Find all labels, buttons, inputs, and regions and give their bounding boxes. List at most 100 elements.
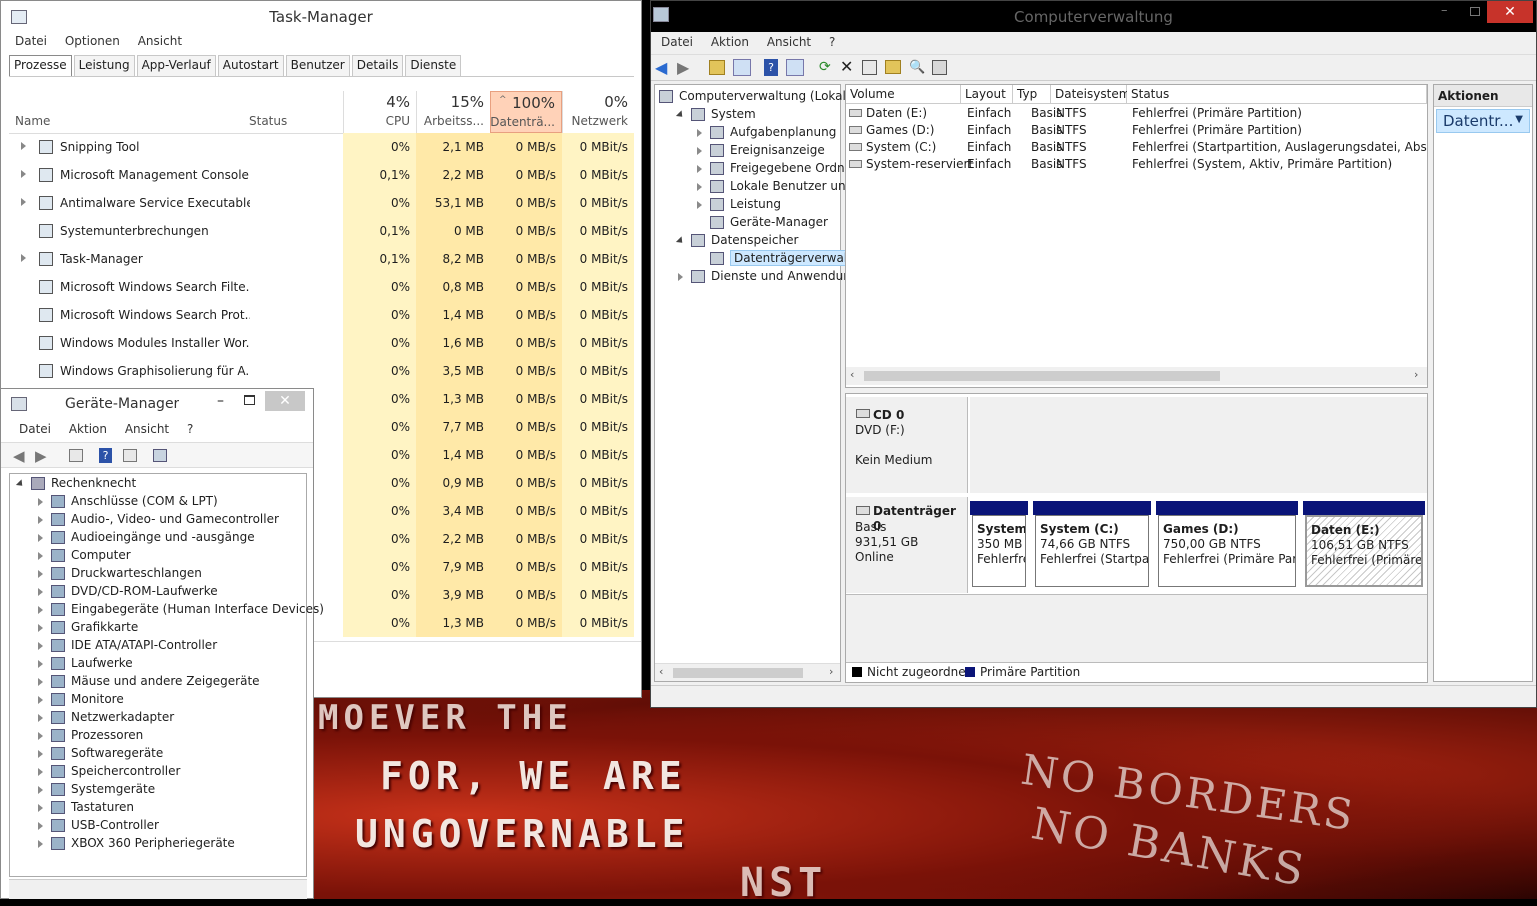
- device-category[interactable]: Prozessoren: [38, 726, 143, 744]
- title-bar[interactable]: Task-Manager: [1, 1, 641, 33]
- process-row[interactable]: Microsoft Windows Search Prot... 0% 1,4 MB…: [9, 301, 634, 329]
- device-category[interactable]: DVD/CD-ROM-Laufwerke: [38, 582, 218, 600]
- expand-arrow-icon[interactable]: [38, 803, 43, 812]
- expand-arrow-icon[interactable]: [38, 605, 43, 614]
- volume-scrollbar[interactable]: ‹ ›: [846, 367, 1427, 385]
- column-disk[interactable]: ^ 100% Datenträ...: [490, 91, 562, 133]
- dropdown-arrow-icon[interactable]: ▼: [1515, 114, 1523, 125]
- show-hide-icon[interactable]: [786, 59, 804, 76]
- expand-arrow-icon[interactable]: [38, 533, 43, 542]
- column-memory[interactable]: 15% Arbeitss...: [416, 91, 490, 133]
- device-category[interactable]: IDE ATA/ATAPI-Controller: [38, 636, 217, 654]
- console-tree-icon[interactable]: [69, 449, 83, 462]
- expand-arrow-icon[interactable]: [38, 659, 43, 668]
- help-icon[interactable]: ?: [99, 448, 112, 463]
- expand-arrow-icon[interactable]: [38, 677, 43, 686]
- expand-arrow-icon[interactable]: [21, 170, 26, 178]
- tree-scrollbar[interactable]: ‹ ›: [655, 663, 840, 681]
- expand-arrow-icon[interactable]: [38, 767, 43, 776]
- device-category[interactable]: XBOX 360 Peripheriegeräte: [38, 834, 235, 852]
- col-dateisystem[interactable]: Dateisystem: [1051, 85, 1130, 103]
- menu-optionen[interactable]: Optionen: [65, 34, 120, 48]
- forward-arrow-icon[interactable]: ▶: [35, 447, 47, 465]
- process-row[interactable]: Snipping Tool 0% 2,1 MB 0 MB/s 0 MBit/s: [9, 133, 634, 161]
- tab-app-verlauf[interactable]: App-Verlauf: [136, 55, 216, 76]
- collapse-arrow-icon[interactable]: [15, 478, 26, 489]
- tree-node[interactable]: Computerverwaltung (Lokal): [659, 87, 851, 105]
- process-row[interactable]: Systemunterbrechungen 0,1% 0 MB 0 MB/s 0 MBi…: [9, 217, 634, 245]
- process-row[interactable]: Microsoft Management Console 0,1% 2,2 MB 0 …: [9, 161, 634, 189]
- menu-aktion[interactable]: Aktion: [711, 35, 749, 49]
- scroll-left-icon[interactable]: ‹: [659, 665, 663, 678]
- menu-aktion[interactable]: Aktion: [69, 422, 107, 436]
- partition[interactable]: Games (D:) 750,00 GB NTFS Fehlerfrei (Prim…: [1158, 515, 1296, 587]
- expand-arrow-icon[interactable]: [678, 272, 683, 281]
- tab-dienste[interactable]: Dienste: [405, 55, 462, 76]
- tree-node[interactable]: Leistung: [697, 195, 781, 213]
- scroll-thumb[interactable]: [864, 371, 1220, 381]
- column-name[interactable]: Name: [15, 114, 50, 128]
- process-row[interactable]: Windows Graphisolierung für A... 0% 3,5 MB…: [9, 357, 634, 385]
- open-folder-icon[interactable]: [885, 60, 901, 74]
- device-category[interactable]: Grafikkarte: [38, 618, 138, 636]
- device-category[interactable]: Audioeingänge und -ausgänge: [38, 528, 255, 546]
- column-network[interactable]: 0% Netzwerk: [562, 91, 634, 133]
- device-category[interactable]: Monitore: [38, 690, 124, 708]
- volume-row[interactable]: Games (D:) Einfach Basis NTFS Fehlerfrei (Pr…: [846, 122, 1427, 139]
- menu-help[interactable]: ?: [829, 35, 835, 49]
- process-row[interactable]: Task-Manager 0,1% 8,2 MB 0 MB/s 0 MBit/s: [9, 245, 634, 273]
- tab-prozesse[interactable]: Prozesse: [9, 55, 72, 77]
- column-status[interactable]: Status: [249, 114, 287, 128]
- process-row[interactable]: Windows Modules Installer Wor... 0% 1,6 MB…: [9, 329, 634, 357]
- device-category[interactable]: Druckwarteschlangen: [38, 564, 202, 582]
- scroll-right-icon[interactable]: ›: [1414, 368, 1418, 381]
- partition[interactable]: Daten (E:) 106,51 GB NTFS Fehlerfrei (Prim…: [1305, 515, 1423, 587]
- device-category[interactable]: Anschlüsse (COM & LPT): [38, 492, 218, 510]
- delete-icon[interactable]: ✕: [840, 57, 853, 76]
- scroll-thumb[interactable]: [673, 668, 803, 678]
- tree-node[interactable]: Freigegebene Ordner: [697, 159, 857, 177]
- device-category[interactable]: USB-Controller: [38, 816, 159, 834]
- partition[interactable]: System-350 MB NFehlerfre: [972, 515, 1026, 587]
- device-category[interactable]: Laufwerke: [38, 654, 133, 672]
- expand-arrow-icon[interactable]: [21, 254, 26, 262]
- tree-node[interactable]: Ereignisanzeige: [697, 141, 825, 159]
- expand-arrow-icon[interactable]: [38, 731, 43, 740]
- help-icon[interactable]: ?: [764, 59, 778, 76]
- actions-disk-management[interactable]: Datentr... ▼: [1436, 109, 1530, 133]
- menu-help[interactable]: ?: [187, 422, 193, 436]
- tree-root[interactable]: Rechenknecht: [15, 474, 136, 492]
- close-button[interactable]: ✕: [1487, 1, 1533, 23]
- cd-0-area[interactable]: [970, 397, 1427, 493]
- partition[interactable]: System (C:) 74,66 GB NTFS Fehlerfrei (Star…: [1035, 515, 1149, 587]
- collapse-arrow-icon[interactable]: [675, 235, 686, 246]
- device-category[interactable]: Computer: [38, 546, 131, 564]
- expand-arrow-icon[interactable]: [38, 641, 43, 650]
- tab-leistung[interactable]: Leistung: [73, 55, 135, 76]
- refresh-icon[interactable]: ⟳: [819, 59, 831, 75]
- process-row[interactable]: Antimalware Service Executable 0% 53,1 MB 0…: [9, 189, 634, 217]
- tab-details[interactable]: Details: [351, 55, 404, 76]
- expand-arrow-icon[interactable]: [38, 587, 43, 596]
- close-button[interactable]: ✕: [265, 391, 305, 411]
- menu-ansicht[interactable]: Ansicht: [125, 422, 169, 436]
- expand-arrow-icon[interactable]: [38, 839, 43, 848]
- expand-arrow-icon[interactable]: [38, 713, 43, 722]
- device-category[interactable]: Audio-, Video- und Gamecontroller: [38, 510, 279, 528]
- expand-arrow-icon[interactable]: [697, 164, 702, 173]
- expand-arrow-icon[interactable]: [21, 142, 26, 150]
- scroll-right-icon[interactable]: ›: [829, 665, 833, 678]
- col-status[interactable]: Status: [1127, 85, 1427, 103]
- tree-node[interactable]: System: [675, 105, 756, 123]
- device-category[interactable]: Systemgeräte: [38, 780, 155, 798]
- title-bar[interactable]: Geräte-Manager – ✕: [1, 389, 313, 419]
- forward-arrow-icon[interactable]: ▶: [677, 58, 689, 77]
- expand-arrow-icon[interactable]: [697, 128, 702, 137]
- minimize-button[interactable]: –: [217, 393, 224, 409]
- expand-arrow-icon[interactable]: [38, 695, 43, 704]
- device-category[interactable]: Netzwerkadapter: [38, 708, 174, 726]
- volume-row[interactable]: System-reserviert Einfach Basis NTFS Fehlerf…: [846, 156, 1427, 173]
- console-tree-icon[interactable]: [733, 59, 751, 76]
- device-category[interactable]: Tastaturen: [38, 798, 134, 816]
- menu-ansicht[interactable]: Ansicht: [138, 34, 182, 48]
